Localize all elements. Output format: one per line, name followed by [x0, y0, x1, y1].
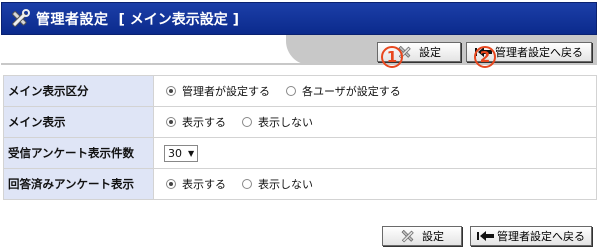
survey-count-select[interactable]: 30 ▼	[164, 144, 199, 162]
row-label: 回答済みアンケート表示	[3, 168, 154, 200]
toolbar-divider	[1, 63, 597, 65]
back-to-admin-button-bottom[interactable]: 管理者設定へ戻る	[470, 226, 592, 246]
row-value: 管理者が設定する 各ユーザが設定する	[153, 75, 597, 107]
settings-button-label: 設定	[419, 46, 441, 59]
radio-show-answered[interactable]	[166, 179, 176, 189]
radio-label: 管理者が設定する	[182, 85, 270, 98]
radio-hide-answered[interactable]	[242, 179, 252, 189]
radio-show-main[interactable]	[166, 117, 176, 127]
radio-label: 表示する	[182, 178, 226, 191]
row-value: 表示する 表示しない	[153, 106, 597, 138]
table-row: 受信アンケート表示件数 30 ▼	[3, 137, 597, 169]
radio-label: 各ユーザが設定する	[302, 85, 401, 98]
radio-label: 表示する	[182, 116, 226, 129]
tools-icon	[12, 8, 30, 27]
annotation-badge-2: 2	[474, 46, 496, 68]
table-row: 回答済みアンケート表示 表示する 表示しない	[3, 168, 597, 200]
row-label: 受信アンケート表示件数	[3, 137, 154, 169]
table-row: メイン表示 表示する 表示しない	[3, 106, 597, 138]
back-button-label: 管理者設定へ戻る	[495, 46, 583, 59]
select-value: 30	[168, 146, 182, 160]
back-button-label: 管理者設定へ戻る	[497, 230, 585, 243]
row-value: 表示する 表示しない	[153, 168, 597, 200]
page-subtitle: [ メイン表示設定 ]	[118, 11, 240, 28]
radio-label: 表示しない	[258, 116, 313, 129]
chevron-down-icon: ▼	[188, 148, 195, 158]
radio-hide-main[interactable]	[242, 117, 252, 127]
table-row: メイン表示区分 管理者が設定する 各ユーザが設定する	[3, 75, 597, 107]
row-label: メイン表示	[3, 106, 154, 138]
radio-admin-sets[interactable]	[166, 86, 176, 96]
settings-table: メイン表示区分 管理者が設定する 各ユーザが設定する メイン表示 表示する 表示…	[3, 75, 597, 200]
settings-button-bottom[interactable]: 設定	[382, 226, 462, 246]
back-arrow-icon	[477, 231, 494, 241]
settings-button-label: 設定	[422, 230, 444, 243]
row-label: メイン表示区分	[3, 75, 154, 107]
title-bar: 管理者設定 [ メイン表示設定 ]	[1, 2, 597, 35]
tools-icon	[401, 229, 414, 243]
radio-user-sets[interactable]	[286, 86, 296, 96]
annotation-badge-1: 1	[381, 46, 403, 68]
radio-label: 表示しない	[258, 178, 313, 191]
row-value: 30 ▼	[153, 137, 597, 169]
page-title: 管理者設定	[36, 11, 109, 28]
